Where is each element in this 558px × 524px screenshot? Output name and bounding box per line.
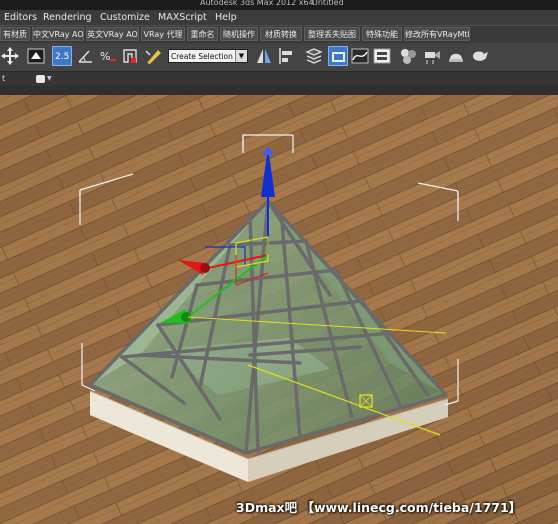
menu-customize[interactable]: Customize [100,10,150,25]
ribbon-bar: t ▼ [0,72,558,86]
script-button-vray-proxy[interactable]: VRay 代理 [141,27,185,41]
svg-text:%: % [100,50,110,63]
script-button-rename[interactable]: 重命名 [187,27,218,41]
ribbon-toggle-icon[interactable] [36,75,45,83]
curve-editor-icon[interactable] [350,46,370,66]
script-button-special[interactable]: 特殊功能 [362,27,402,41]
select-manipulate-icon[interactable] [26,46,46,66]
snap-value: 2.5 [55,52,69,62]
named-selection-set-dropdown[interactable]: Create Selection Se ▼ [168,49,248,63]
align-icon[interactable] [276,46,296,66]
script-button-modify-vraymtl[interactable]: 修改所有VRayMtl [404,27,470,41]
selection-set-text: Create Selection Se [171,52,245,61]
ribbon-chevron-down-icon[interactable]: ▼ [47,72,52,86]
document-title: Untitled [312,0,344,7]
chevron-down-icon: ▼ [235,50,247,62]
script-button-random[interactable]: 随机操作 [220,27,258,41]
render-production-icon[interactable] [470,46,490,66]
script-button-missing-maps[interactable]: 整理丢失贴图 [304,27,360,41]
ribbon-item: t [2,74,6,83]
custom-script-toolbar: 有材质 中文VRay AO 英文VRay AO VRay 代理 重命名 随机操作… [0,25,558,44]
script-button-materials[interactable]: 有材质 [0,27,30,41]
menu-maxscript[interactable]: MAXScript [158,10,207,25]
percent-snap-icon[interactable]: % [98,46,118,66]
snap-toggle-icon[interactable]: 2.5 [52,46,72,66]
mirror-icon[interactable] [254,46,274,66]
title-bar: Autodesk 3ds Max 2012 x64 Untitled [0,0,558,10]
select-move-icon[interactable] [0,46,20,66]
layer-manager-icon[interactable] [304,46,324,66]
spinner-snap-icon[interactable] [120,46,140,66]
script-button-cn-vray-ao[interactable]: 中文VRay AO [32,27,84,41]
menu-bar: Editors Rendering Customize MAXScript He… [0,10,558,25]
watermark-text: 3Dmax吧 【www.linecg.com/tieba/1771】 [236,500,522,515]
menu-help[interactable]: Help [215,10,237,25]
render-setup-icon[interactable] [422,46,442,66]
script-button-en-vray-ao[interactable]: 英文VRay AO [86,27,139,41]
menu-rendering[interactable]: Rendering [43,10,92,25]
script-button-material-convert[interactable]: 材质转换 [260,27,302,41]
material-editor-icon[interactable] [398,46,418,66]
app-title: Autodesk 3ds Max 2012 x64 [200,0,314,7]
schematic-view-icon[interactable] [372,46,392,66]
edit-named-selection-icon[interactable] [144,46,164,66]
menu-editors[interactable]: Editors [4,10,37,25]
angle-snap-icon[interactable] [76,46,96,66]
graphite-tools-icon[interactable] [328,46,348,66]
perspective-viewport[interactable] [0,95,558,524]
main-toolbar: 2.5 % Create Selection Se ▼ [0,43,558,72]
rendered-frame-window-icon[interactable] [446,46,466,66]
